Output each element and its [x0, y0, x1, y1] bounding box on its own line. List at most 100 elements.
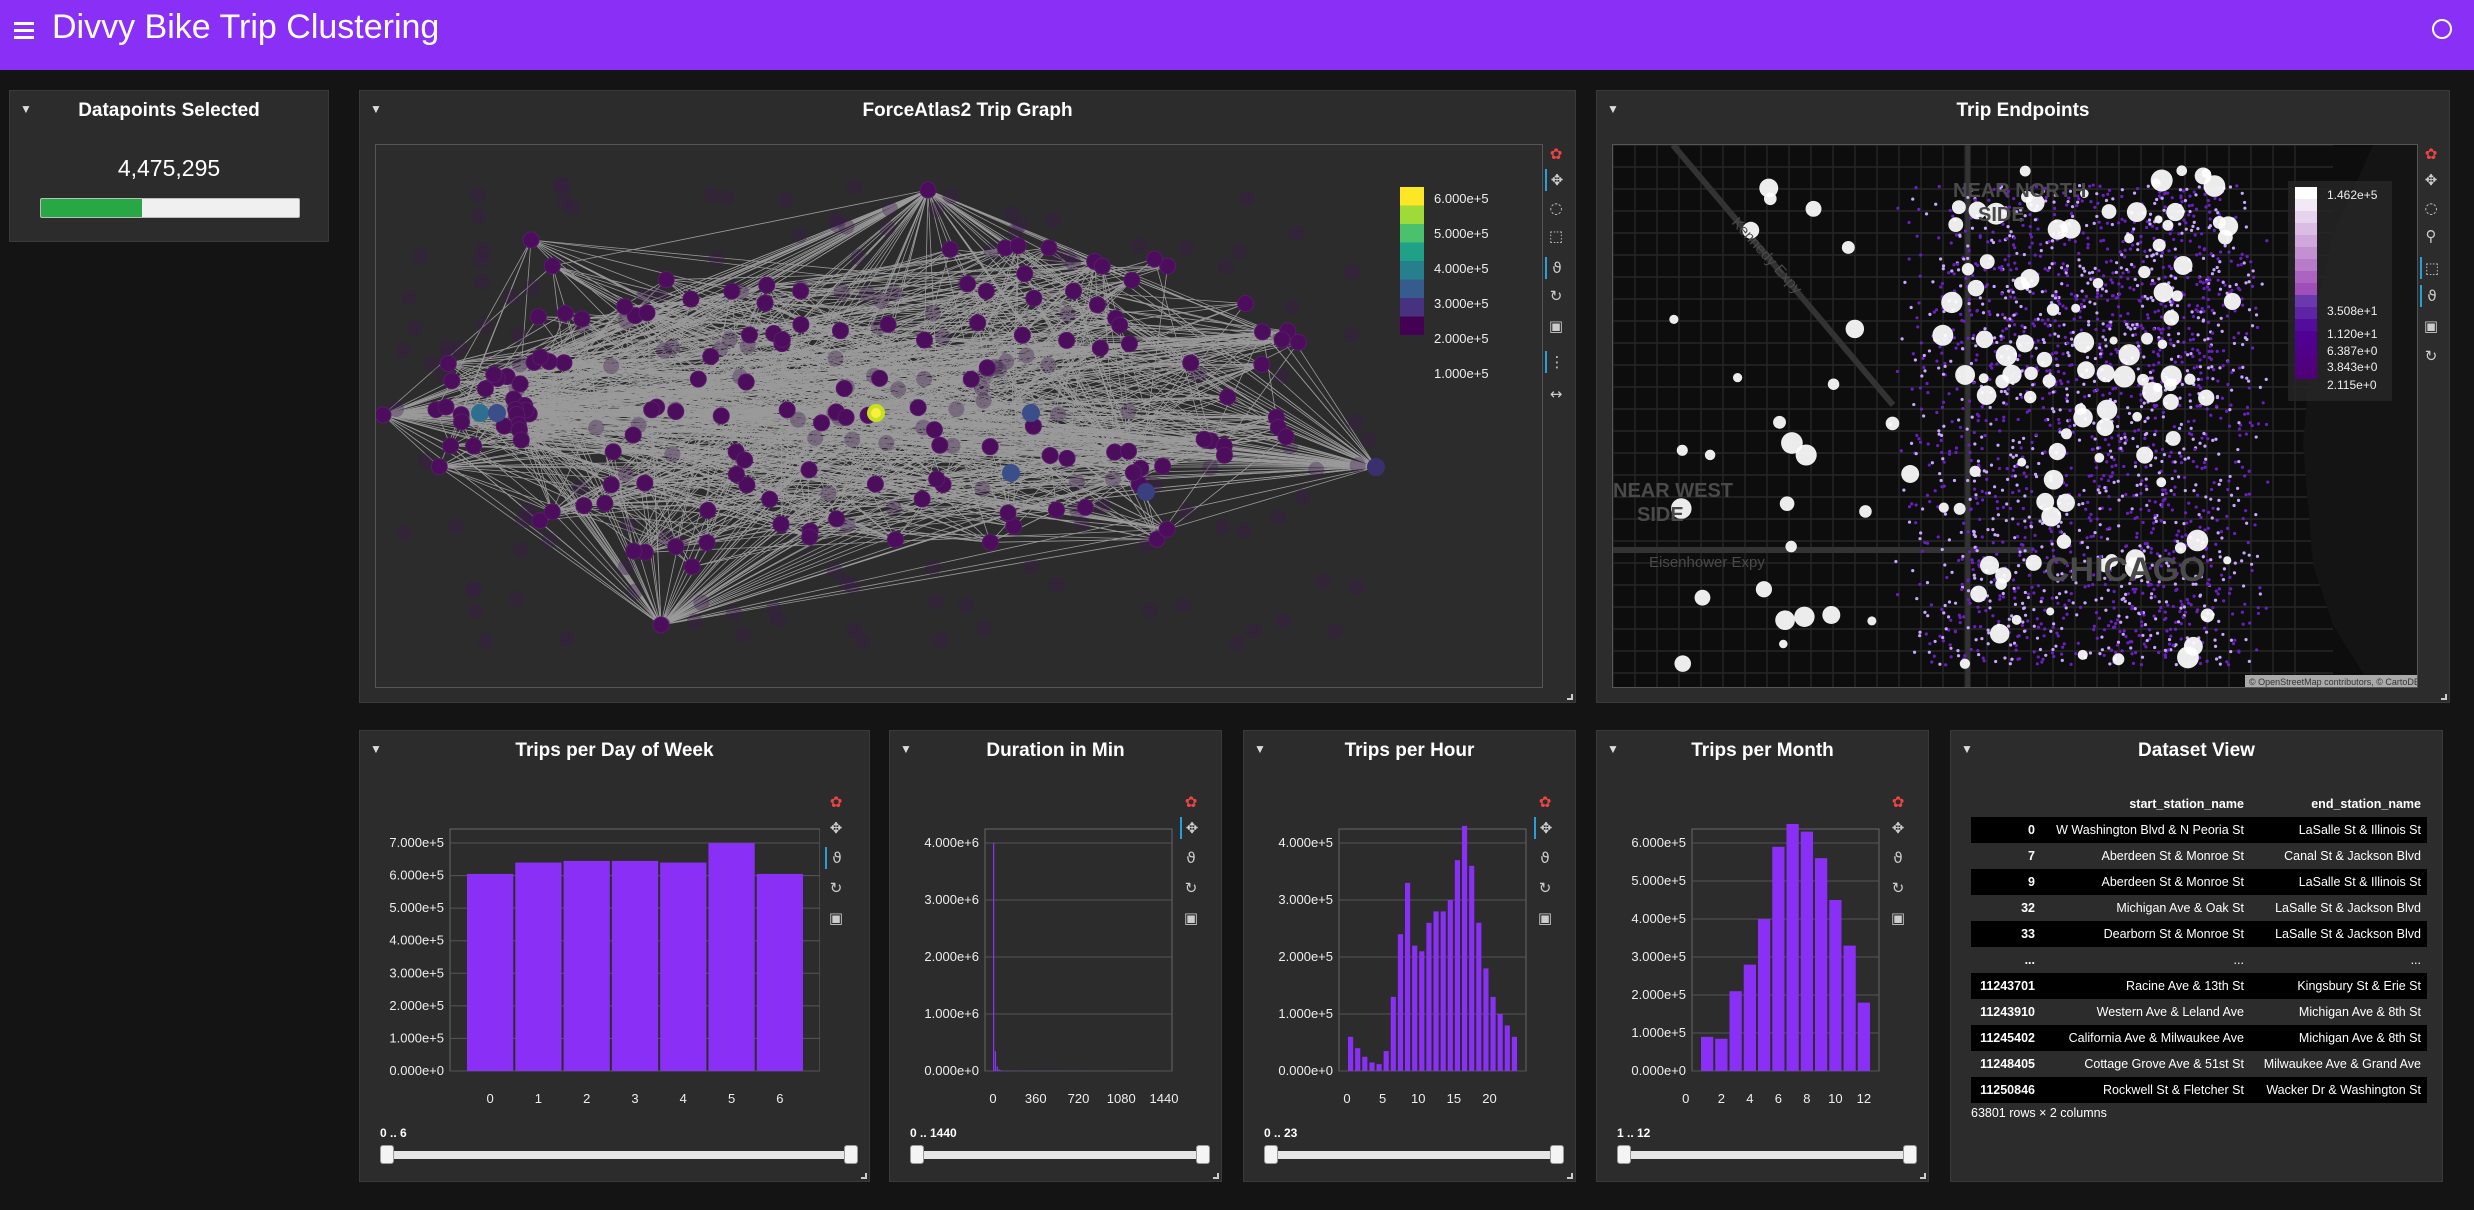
- table-row[interactable]: .........: [1971, 947, 2427, 973]
- resize-handle-icon[interactable]: [1567, 1173, 1573, 1179]
- save-icon[interactable]: ▣: [825, 907, 847, 929]
- slider-track[interactable]: [910, 1151, 1210, 1159]
- slider-track[interactable]: [1264, 1151, 1564, 1159]
- reset-icon[interactable]: ↻: [1887, 877, 1909, 899]
- bokeh-logo-icon[interactable]: ✿: [825, 791, 847, 813]
- lasso-tool-icon[interactable]: ◌: [2420, 197, 2442, 219]
- map-point: [2187, 501, 2191, 505]
- resize-tool-icon[interactable]: ↔: [1545, 383, 1567, 405]
- map-point: [2145, 638, 2149, 643]
- bokeh-logo-icon[interactable]: ✿: [1545, 143, 1567, 165]
- table-row[interactable]: 32 Michigan Ave & Oak St LaSalle St & Jack…: [1971, 895, 2427, 921]
- pan-tool-icon[interactable]: ✥: [1887, 817, 1909, 839]
- map-point: [2152, 614, 2156, 618]
- slider-handle-max[interactable]: [1550, 1145, 1564, 1164]
- box-select-icon[interactable]: ⬚: [2420, 257, 2442, 279]
- month-range-slider[interactable]: 1 .. 12: [1617, 1126, 1917, 1166]
- resize-handle-icon[interactable]: [1213, 1173, 1219, 1179]
- table-row[interactable]: 0W Washington Blvd & N Peoria St LaSalle …: [1971, 817, 2427, 843]
- save-icon[interactable]: ▣: [1887, 907, 1909, 929]
- hover-tool-icon[interactable]: ⋮: [1545, 351, 1567, 373]
- dow-range-slider[interactable]: 0 .. 6: [380, 1126, 858, 1166]
- wheel-zoom-icon[interactable]: ϑ: [825, 847, 847, 869]
- resize-handle-icon[interactable]: [2441, 694, 2447, 700]
- save-icon[interactable]: ▣: [1545, 315, 1567, 337]
- slider-handle-min[interactable]: [1617, 1145, 1631, 1164]
- hour-bar-chart[interactable]: 0.000e+01.000e+52.000e+53.000e+54.000e+5…: [1244, 781, 1534, 1111]
- resize-handle-icon[interactable]: [1567, 694, 1573, 700]
- graph-node-faint: [407, 319, 424, 336]
- lasso-tool-icon[interactable]: ◌: [1545, 197, 1567, 219]
- table-row[interactable]: 11250846 Rockwell St & Fletcher St Wacker …: [1971, 1077, 2427, 1103]
- save-icon[interactable]: ▣: [1180, 907, 1202, 929]
- bokeh-logo-icon[interactable]: ✿: [1180, 791, 1202, 813]
- map-point: [2107, 188, 2112, 192]
- row-index: 11243910: [1971, 999, 2041, 1025]
- duration-bar-chart[interactable]: 0.000e+01.000e+62.000e+63.000e+64.000e+6…: [890, 781, 1180, 1111]
- slider-handle-max[interactable]: [1196, 1145, 1210, 1164]
- map-point: [2027, 408, 2031, 412]
- bokeh-logo-icon[interactable]: ✿: [2420, 143, 2442, 165]
- wheel-zoom-icon[interactable]: ϑ: [1180, 847, 1202, 869]
- slider-handle-max[interactable]: [844, 1145, 858, 1164]
- bokeh-logo-icon[interactable]: ✿: [1887, 791, 1909, 813]
- hour-range-slider[interactable]: 0 .. 23: [1264, 1126, 1564, 1166]
- bar: [1376, 1064, 1382, 1071]
- resize-handle-icon[interactable]: [1920, 1173, 1926, 1179]
- map-point: [2061, 616, 2066, 620]
- hamburger-menu-icon[interactable]: [14, 20, 44, 46]
- table-row[interactable]: 11243701 Racine Ave & 13th St Kingsbury St…: [1971, 973, 2427, 999]
- zoom-tool-icon[interactable]: ⚲: [2420, 225, 2442, 247]
- map-point: [1988, 377, 1992, 382]
- pan-tool-icon[interactable]: ✥: [1545, 169, 1567, 191]
- resize-handle-icon[interactable]: [861, 1173, 867, 1179]
- slider-handle-max[interactable]: [1903, 1145, 1917, 1164]
- reset-icon[interactable]: ↻: [825, 877, 847, 899]
- table-row[interactable]: 11245402 California Ave & Milwaukee Ave Mi…: [1971, 1025, 2427, 1051]
- wheel-zoom-icon[interactable]: ϑ: [1545, 257, 1567, 279]
- dow-bar-chart[interactable]: 0.000e+01.000e+52.000e+53.000e+54.000e+5…: [360, 781, 820, 1111]
- slider-handle-min[interactable]: [380, 1145, 394, 1164]
- month-bar-chart[interactable]: 0.000e+01.000e+52.000e+53.000e+54.000e+5…: [1597, 781, 1887, 1111]
- slider-track[interactable]: [1617, 1151, 1917, 1159]
- slider-handle-min[interactable]: [910, 1145, 924, 1164]
- wheel-zoom-icon[interactable]: ϑ: [1534, 847, 1556, 869]
- slider-track[interactable]: [380, 1151, 858, 1159]
- map-point: [2081, 231, 2085, 235]
- save-icon[interactable]: ▣: [2420, 315, 2442, 337]
- duration-range-slider[interactable]: 0 .. 1440: [910, 1126, 1210, 1166]
- map-point: [2135, 483, 2139, 487]
- map-point: [2073, 294, 2077, 298]
- map-point: [2040, 660, 2044, 664]
- pan-tool-icon[interactable]: ✥: [1534, 817, 1556, 839]
- reset-icon[interactable]: ↻: [2420, 345, 2442, 367]
- x-tick-label: 8: [1803, 1091, 1810, 1106]
- wheel-zoom-icon[interactable]: ϑ: [1887, 847, 1909, 869]
- graph-node: [512, 431, 530, 449]
- map-point: [2074, 378, 2079, 382]
- reset-icon[interactable]: ↻: [1534, 877, 1556, 899]
- reset-icon[interactable]: ↻: [1545, 285, 1567, 307]
- table-row[interactable]: 11248405 Cottage Grove Ave & 51st St Milwa…: [1971, 1051, 2427, 1077]
- bokeh-logo-icon[interactable]: ✿: [1534, 791, 1556, 813]
- table-row[interactable]: 11243910 Western Ave & Leland Ave Michigan…: [1971, 999, 2427, 1025]
- map-point: [2221, 349, 2226, 353]
- map-point: [2247, 308, 2252, 312]
- table-row[interactable]: 33 Dearborn St & Monroe St LaSalle St & Ja…: [1971, 921, 2427, 947]
- wheel-zoom-icon[interactable]: ϑ: [2420, 285, 2442, 307]
- graph-plot[interactable]: 6.000e+55.000e+54.000e+53.000e+52.000e+5…: [375, 144, 1543, 688]
- table-cell: Milwaukee Ave & Grand Ave: [2249, 1051, 2427, 1077]
- table-row[interactable]: 7 Aberdeen St & Monroe St Canal St & Jacks…: [1971, 843, 2427, 869]
- pan-tool-icon[interactable]: ✥: [1180, 817, 1202, 839]
- map-point: [2218, 260, 2222, 264]
- box-select-icon[interactable]: ⬚: [1545, 225, 1567, 247]
- pan-tool-icon[interactable]: ✥: [825, 817, 847, 839]
- graph-node: [835, 379, 853, 397]
- pan-tool-icon[interactable]: ✥: [2420, 169, 2442, 191]
- map-plot[interactable]: NEAR NORTH SIDE NEAR WEST SIDE CHICAGO K…: [1612, 144, 2418, 688]
- table-row[interactable]: 9 Aberdeen St & Monroe St LaSalle St & Ill…: [1971, 869, 2427, 895]
- reset-icon[interactable]: ↻: [1180, 877, 1202, 899]
- slider-handle-min[interactable]: [1264, 1145, 1278, 1164]
- save-icon[interactable]: ▣: [1534, 907, 1556, 929]
- graph-node: [913, 490, 931, 508]
